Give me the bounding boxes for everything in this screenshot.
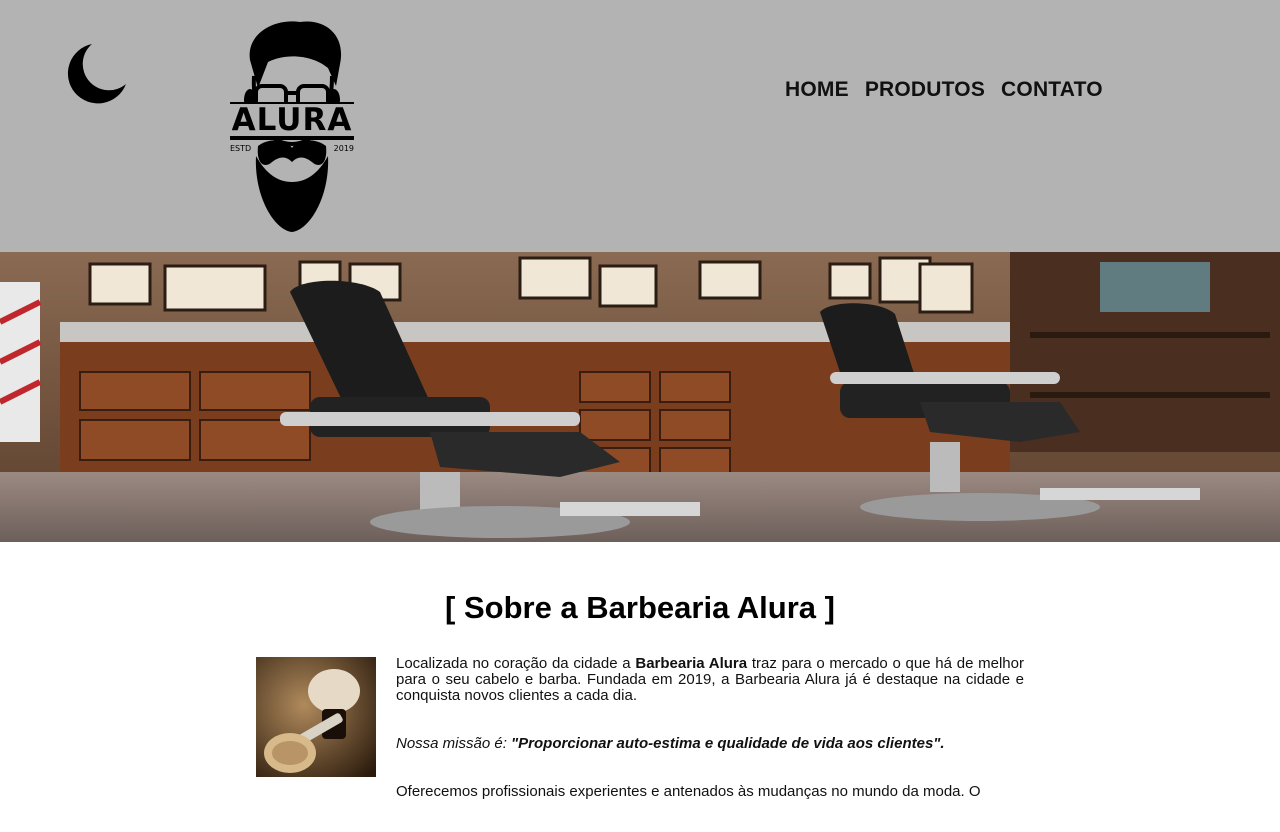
moon-icon[interactable] bbox=[64, 42, 128, 104]
mission-paragraph: Nossa missão é: "Proporcionar auto-estim… bbox=[396, 736, 1024, 752]
mission-label: Nossa missão é: bbox=[396, 735, 512, 752]
logo-brand-text: ALURA bbox=[228, 104, 356, 136]
brand-logo[interactable]: ALURA ESTD 2019 bbox=[228, 16, 356, 234]
about-p1-brand: Barbearia Alura bbox=[635, 655, 748, 672]
mission-text: "Proporcionar auto-estima e qualidade de… bbox=[511, 735, 945, 752]
main-nav: HOME PRODUTOS CONTATO bbox=[785, 78, 1103, 102]
about-paragraph-3: Oferecemos profissionais experientes e a… bbox=[396, 783, 981, 800]
about-paragraph-1: Localizada no coração da cidade a Barbea… bbox=[396, 656, 1024, 704]
site-header: ALURA ESTD 2019 HOME PRODUTOS CONTATO bbox=[0, 0, 1280, 252]
barbershop-interior-photo bbox=[0, 252, 1280, 542]
about-text: Localizada no coração da cidade a Barbea… bbox=[396, 656, 1024, 832]
logo-right-text: 2019 bbox=[333, 144, 354, 153]
shaving-brush-razor-photo bbox=[256, 657, 376, 777]
logo-left-text: ESTD bbox=[230, 144, 252, 153]
about-p1-text-start: Localizada no coração da cidade a bbox=[396, 655, 636, 672]
section-title: [ Sobre a Barbearia Alura ] bbox=[445, 590, 835, 625]
nav-produtos-link[interactable]: PRODUTOS bbox=[865, 78, 985, 102]
nav-home-link[interactable]: HOME bbox=[785, 78, 849, 102]
nav-contato-link[interactable]: CONTATO bbox=[1001, 78, 1103, 102]
